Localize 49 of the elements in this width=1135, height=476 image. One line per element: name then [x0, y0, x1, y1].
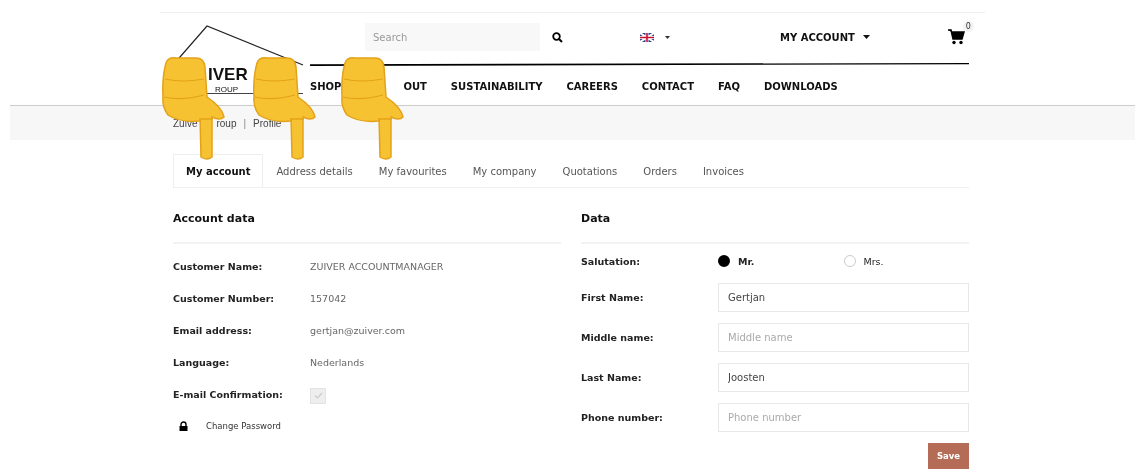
field-label: Customer Number: — [173, 292, 276, 304]
account-menu[interactable]: MY ACCOUNT — [780, 31, 870, 43]
checkbox[interactable] — [310, 387, 326, 404]
radio-option[interactable]: Mr. — [718, 255, 844, 267]
field-value: ZUIVER ACCOUNTMANAGER — [310, 260, 445, 272]
nav-link[interactable]: CONTACT — [641, 80, 694, 92]
search-icon[interactable] — [552, 31, 563, 43]
logo-name: IVER — [208, 65, 248, 85]
field-label: Phone number: — [581, 412, 664, 423]
field-label: E-mail Confirmation: — [173, 388, 284, 400]
nav-link[interactable]: SUSTAINABILITY — [450, 80, 543, 92]
input-field[interactable]: Joosten — [718, 363, 969, 392]
radio-option[interactable]: Mrs. — [843, 255, 969, 267]
input-field[interactable]: Middle name — [718, 323, 969, 352]
field-label: First Name: — [581, 292, 645, 303]
tab[interactable]: My account — [173, 154, 264, 187]
field-value: gertjan@zuiver.com — [310, 324, 406, 336]
field-value: 157042 — [310, 292, 348, 304]
save-button[interactable]: Save — [928, 443, 969, 469]
nav-link[interactable]: CAREERS — [566, 80, 618, 92]
nav-link[interactable]: OUT — [403, 80, 427, 92]
field-label: Customer Name: — [173, 260, 264, 272]
field-label: Salutation: — [581, 255, 642, 267]
caret-icon — [862, 35, 870, 39]
cart-count: 0 — [962, 21, 974, 32]
field-label: Email address: — [173, 324, 253, 336]
input-field[interactable]: Phone number — [718, 403, 969, 432]
field-label: Last Name: — [581, 372, 643, 383]
logo-tagline: ROUP — [215, 85, 239, 94]
cart-icon[interactable] — [947, 29, 965, 45]
input-field[interactable]: Gertjan — [718, 283, 969, 312]
caret-icon[interactable] — [665, 35, 670, 39]
check-icon — [313, 392, 323, 400]
nav-link[interactable]: FAQ — [718, 80, 740, 92]
nav-link[interactable]: SHOP — [310, 80, 342, 92]
section-title: Account data — [173, 208, 561, 244]
field-label: Middle name: — [581, 332, 655, 343]
nav-link[interactable]: DOWNLOADS — [763, 80, 838, 92]
search-field[interactable]: Search — [365, 23, 540, 51]
section-title: Data — [581, 208, 969, 244]
breadcrumb-separator: | — [243, 117, 247, 129]
change-password-link[interactable]: Change Password — [173, 410, 561, 442]
flag-icon[interactable] — [640, 32, 654, 42]
breadcrumb-text: Profile — [253, 117, 282, 129]
field-value: Nederlands — [310, 356, 366, 368]
breadcrumb-link[interactable]: roup — [216, 117, 237, 129]
field-label: Language: — [173, 356, 231, 368]
hand-icon — [339, 57, 405, 124]
lock-icon — [179, 421, 188, 431]
